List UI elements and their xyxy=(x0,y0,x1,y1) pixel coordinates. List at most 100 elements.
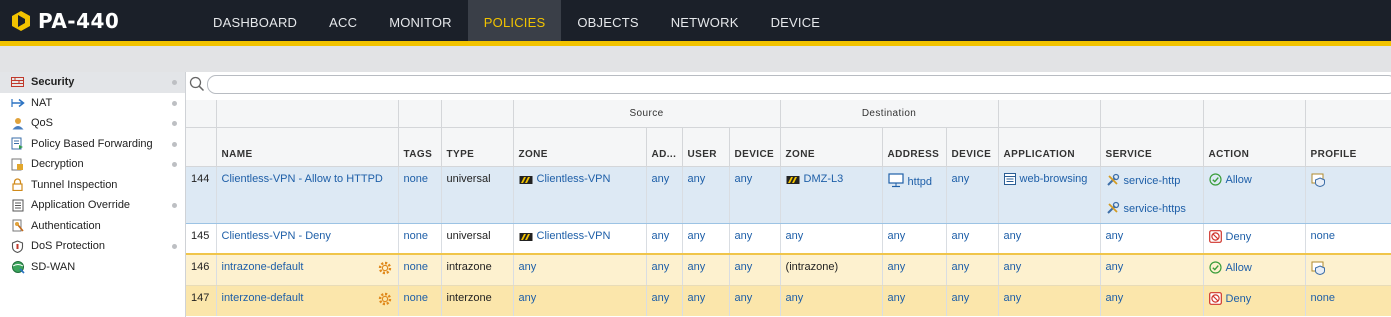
destination-group-header: Destination xyxy=(780,100,999,128)
source-user-cell[interactable]: any xyxy=(682,285,730,316)
service-tools-icon xyxy=(1106,201,1119,214)
sidebar-item-qos[interactable]: QoS xyxy=(0,113,185,134)
sidebar-item-policy-based-forwarding[interactable]: Policy Based Forwarding xyxy=(0,134,185,155)
sidebar-item-dos-protection[interactable]: DoS Protection xyxy=(0,236,185,257)
nav-objects[interactable]: OBJECTS xyxy=(561,0,654,41)
status-dot xyxy=(172,203,177,208)
col-source-user[interactable]: USER xyxy=(682,127,730,167)
application-cell[interactable]: any xyxy=(998,285,1101,316)
col-source-device[interactable]: DEVICE xyxy=(729,127,781,167)
application-icon xyxy=(1003,172,1016,185)
nav-monitor[interactable]: MONITOR xyxy=(373,0,468,41)
source-device-cell[interactable]: any xyxy=(729,285,781,316)
col-destination-address[interactable]: ADDRESS xyxy=(882,127,947,167)
service-cell[interactable]: any xyxy=(1100,254,1204,286)
destination-address-cell[interactable]: any xyxy=(882,285,947,316)
destination-zone-label: DMZ-L3 xyxy=(803,172,844,185)
destination-zone-cell[interactable]: any xyxy=(780,285,883,316)
action-cell[interactable]: Deny xyxy=(1203,285,1306,316)
sidebar-item-tunnel-inspection[interactable]: Tunnel Inspection xyxy=(0,175,185,196)
source-zone-cell[interactable]: any xyxy=(513,285,647,316)
source-zone-label: Clientless-VPN xyxy=(536,229,611,242)
rule-tags[interactable]: none xyxy=(398,254,442,286)
nav-device[interactable]: DEVICE xyxy=(755,0,837,41)
action-cell[interactable]: Deny xyxy=(1203,223,1306,255)
service-cell[interactable]: service-http service-https xyxy=(1100,166,1204,224)
rule-name[interactable]: Clientless-VPN - Deny xyxy=(216,223,399,255)
col-profile[interactable]: PROFILE xyxy=(1305,127,1391,167)
nav-acc[interactable]: ACC xyxy=(313,0,373,41)
col-destination-zone[interactable]: ZONE xyxy=(780,127,883,167)
profile-cell[interactable]: none xyxy=(1305,285,1391,316)
sidebar-item-authentication[interactable]: Authentication xyxy=(0,216,185,237)
profile-cell[interactable] xyxy=(1305,166,1391,224)
source-address-cell[interactable]: any xyxy=(646,223,683,255)
nav-policies[interactable]: POLICIES xyxy=(467,0,562,41)
col-destination-device[interactable]: DEVICE xyxy=(946,127,999,167)
source-user-cell[interactable]: any xyxy=(682,166,730,224)
destination-address-cell[interactable]: any xyxy=(882,223,947,255)
nav-network[interactable]: NETWORK xyxy=(655,0,755,41)
destination-device-cell[interactable]: any xyxy=(946,166,999,224)
destination-device-cell[interactable]: any xyxy=(946,285,999,316)
rule-name-cell[interactable]: interzone-default xyxy=(216,285,399,316)
source-address-cell[interactable]: any xyxy=(646,254,683,286)
source-zone-cell[interactable]: Clientless-VPN xyxy=(513,223,647,255)
col-source-address[interactable]: AD... xyxy=(646,127,683,167)
col-tags[interactable]: TAGS xyxy=(398,127,442,167)
table-row[interactable]: 147 interzone-default none interzone any… xyxy=(186,285,1391,316)
destination-zone-cell[interactable]: DMZ-L3 xyxy=(780,166,883,224)
application-cell[interactable]: web-browsing xyxy=(998,166,1101,224)
rule-tags[interactable]: none xyxy=(398,166,442,224)
source-device-cell[interactable]: any xyxy=(729,166,781,224)
source-zone-cell[interactable]: any xyxy=(513,254,647,286)
sidebar-item-sd-wan[interactable]: SD-WAN xyxy=(0,257,185,278)
col-type[interactable]: TYPE xyxy=(441,127,514,167)
sidebar-item-security[interactable]: Security xyxy=(0,72,185,93)
destination-zone-cell[interactable]: (intrazone) xyxy=(780,254,883,286)
destination-zone-cell[interactable]: any xyxy=(780,223,883,255)
sidebar-item-application-override[interactable]: Application Override xyxy=(0,195,185,216)
col-source-zone[interactable]: ZONE xyxy=(513,127,647,167)
destination-address-cell[interactable]: any xyxy=(882,254,947,286)
source-user-cell[interactable]: any xyxy=(682,223,730,255)
deny-block-icon xyxy=(1208,229,1222,243)
destination-device-cell[interactable]: any xyxy=(946,223,999,255)
profile-cell[interactable]: none xyxy=(1305,223,1391,255)
source-device-cell[interactable]: any xyxy=(729,254,781,286)
table-row[interactable]: 146 intrazone-default none intrazone any… xyxy=(186,254,1391,286)
destination-address-cell[interactable]: httpd xyxy=(882,166,947,224)
nav-dashboard[interactable]: DASHBOARD xyxy=(197,0,313,41)
col-action[interactable]: ACTION xyxy=(1203,127,1306,167)
rule-name-cell[interactable]: intrazone-default xyxy=(216,254,399,286)
search-input[interactable] xyxy=(207,75,1391,94)
source-user-cell[interactable]: any xyxy=(682,254,730,286)
profile-cell[interactable] xyxy=(1305,254,1391,286)
source-address-cell[interactable]: any xyxy=(646,166,683,224)
source-address-cell[interactable]: any xyxy=(646,285,683,316)
rule-tags[interactable]: none xyxy=(398,285,442,316)
search-icon[interactable] xyxy=(189,76,205,92)
sidebar-item-nat[interactable]: NAT xyxy=(0,93,185,114)
rule-type: intrazone xyxy=(441,254,514,286)
rule-type: universal xyxy=(441,223,514,255)
service-cell[interactable]: any xyxy=(1100,223,1204,255)
source-device-cell[interactable]: any xyxy=(729,223,781,255)
sidebar-item-decryption[interactable]: Decryption xyxy=(0,154,185,175)
destination-device-cell[interactable]: any xyxy=(946,254,999,286)
action-label: Deny xyxy=(1225,292,1252,305)
source-zone-cell[interactable]: Clientless-VPN xyxy=(513,166,647,224)
rule-name[interactable]: Clientless-VPN - Allow to HTTPD xyxy=(216,166,399,224)
rule-tags[interactable]: none xyxy=(398,223,442,255)
col-name[interactable]: NAME xyxy=(216,127,399,167)
table-row[interactable]: 145 Clientless-VPN - Deny none universal… xyxy=(186,223,1391,255)
service-cell[interactable]: any xyxy=(1100,285,1204,316)
col-service[interactable]: SERVICE xyxy=(1100,127,1204,167)
action-cell[interactable]: Allow xyxy=(1203,254,1306,286)
action-cell[interactable]: Allow xyxy=(1203,166,1306,224)
application-cell[interactable]: any xyxy=(998,223,1101,255)
col-application[interactable]: APPLICATION xyxy=(998,127,1101,167)
status-dot xyxy=(172,121,177,126)
table-row[interactable]: 144 Clientless-VPN - Allow to HTTPD none… xyxy=(186,166,1391,224)
application-cell[interactable]: any xyxy=(998,254,1101,286)
